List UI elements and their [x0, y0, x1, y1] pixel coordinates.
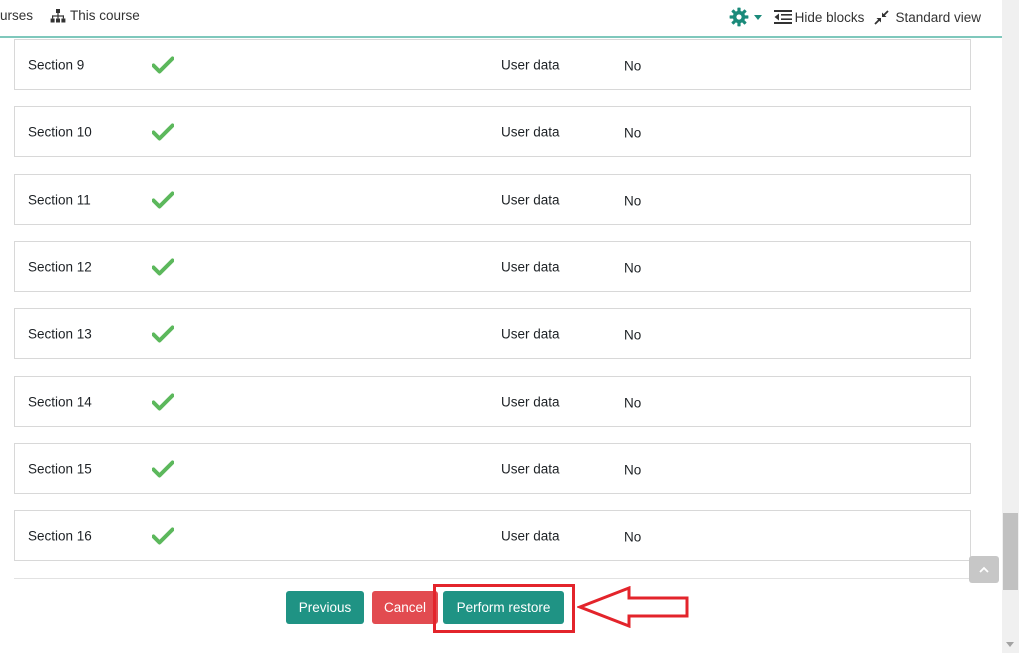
scrollbar-thumb[interactable]: [1003, 513, 1018, 590]
perform-restore-button[interactable]: Perform restore: [443, 591, 564, 624]
user-data-value: No: [624, 529, 642, 544]
nav-my-courses[interactable]: urses: [0, 8, 33, 23]
settings-menu-button[interactable]: [729, 7, 762, 27]
hide-blocks-button[interactable]: Hide blocks: [773, 9, 865, 25]
hide-blocks-icon: [773, 10, 792, 24]
previous-button[interactable]: Previous: [286, 591, 364, 624]
standard-view-button[interactable]: Standard view: [874, 10, 981, 25]
user-data-value: No: [624, 125, 642, 140]
top-navbar: urses This course Hide blocks Standard v…: [0, 0, 1002, 38]
user-data-label: User data: [501, 461, 560, 476]
user-data-value: No: [624, 260, 642, 275]
check-icon: [152, 258, 174, 275]
nav-this-course[interactable]: This course: [50, 8, 140, 23]
user-data-label: User data: [501, 57, 560, 72]
user-data-value: No: [624, 193, 642, 208]
user-data-label: User data: [501, 326, 560, 341]
chevron-up-icon: [979, 566, 989, 573]
left-arrow-annotation-icon: [577, 586, 689, 628]
divider: [14, 578, 971, 579]
cancel-button[interactable]: Cancel: [372, 591, 438, 624]
gear-icon: [729, 7, 749, 27]
section-row: Section 15 User data No: [14, 443, 971, 494]
nav-my-courses-label: urses: [0, 8, 34, 23]
user-data-label: User data: [501, 124, 560, 139]
section-name: Section 13: [28, 326, 92, 341]
section-name: Section 12: [28, 259, 92, 274]
hide-blocks-label: Hide blocks: [794, 9, 865, 25]
user-data-value: No: [624, 395, 642, 410]
check-icon: [152, 325, 174, 342]
sitemap-icon: [50, 8, 66, 22]
user-data-value: No: [624, 327, 642, 342]
nav-this-course-label: This course: [70, 8, 140, 23]
scroll-down-arrow-icon[interactable]: [1006, 642, 1014, 647]
check-icon: [152, 191, 174, 208]
page: urses This course Hide blocks Standard v…: [0, 0, 1002, 653]
check-icon: [152, 393, 174, 410]
user-data-label: User data: [501, 528, 560, 543]
section-row: Section 11 User data No: [14, 174, 971, 225]
section-name: Section 14: [28, 394, 92, 409]
section-row: Section 13 User data No: [14, 308, 971, 359]
check-icon: [152, 123, 174, 140]
user-data-value: No: [624, 462, 642, 477]
section-row: Section 10 User data No: [14, 106, 971, 157]
section-row: Section 14 User data No: [14, 376, 971, 427]
user-data-label: User data: [501, 394, 560, 409]
section-name: Section 15: [28, 461, 92, 476]
section-row: Section 12 User data No: [14, 241, 971, 292]
chevron-down-icon: [753, 14, 762, 20]
section-name: Section 10: [28, 124, 92, 139]
check-icon: [152, 56, 174, 73]
standard-view-label: Standard view: [895, 9, 981, 25]
check-icon: [152, 527, 174, 544]
back-to-top-button[interactable]: [969, 556, 999, 583]
compress-icon: [874, 9, 890, 25]
section-name: Section 16: [28, 528, 92, 543]
section-row: Section 16 User data No: [14, 510, 971, 561]
section-name: Section 9: [28, 57, 85, 72]
user-data-value: No: [624, 58, 642, 73]
section-row: Section 9 User data No: [14, 39, 971, 90]
check-icon: [152, 460, 174, 477]
user-data-label: User data: [501, 192, 560, 207]
user-data-label: User data: [501, 259, 560, 274]
section-name: Section 11: [28, 192, 91, 207]
